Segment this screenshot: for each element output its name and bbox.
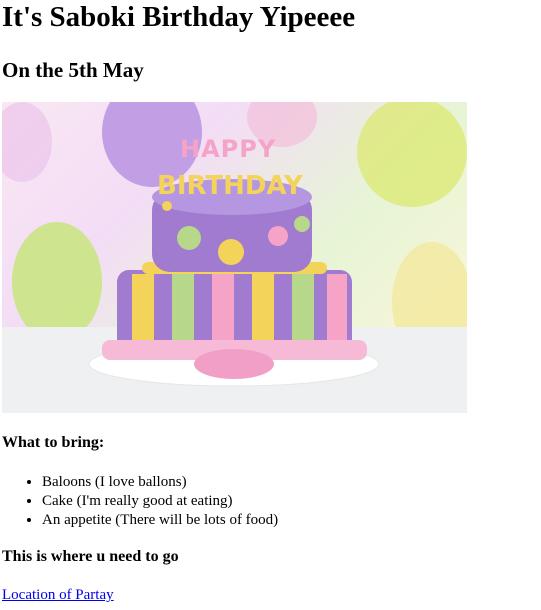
location-heading: This is where u need to go: [2, 548, 179, 565]
dot-green-2: [294, 216, 310, 232]
page-subtitle: On the 5th May: [2, 58, 144, 82]
dot-pink: [268, 226, 288, 246]
birthday-cake-image: HAPPY BIRTHDAY: [2, 102, 467, 413]
dot-green: [177, 226, 201, 250]
list-item: Cake (I'm really good at eating): [42, 492, 278, 511]
dot-yellow: [218, 239, 244, 265]
ribbon-bow: [194, 349, 274, 379]
balloon-lilac: [2, 102, 52, 182]
list-item: Baloons (I love ballons): [42, 473, 278, 492]
list-item: An appetite (There will be lots of food): [42, 511, 278, 530]
location-link[interactable]: Location of Partay: [2, 586, 114, 605]
balloon-green: [12, 222, 102, 342]
bring-list: Baloons (I love ballons) Cake (I'm reall…: [2, 473, 278, 530]
balloon-yellow: [357, 102, 467, 207]
bring-heading: What to bring:: [2, 434, 105, 451]
candles-birthday: BIRTHDAY: [157, 171, 304, 201]
cake-illustration: HAPPY BIRTHDAY: [2, 102, 467, 413]
dot-yellow-2: [162, 201, 172, 211]
page-title: It's Saboki Birthday Yipeeee: [2, 1, 356, 33]
candles-happy: HAPPY: [180, 135, 276, 163]
